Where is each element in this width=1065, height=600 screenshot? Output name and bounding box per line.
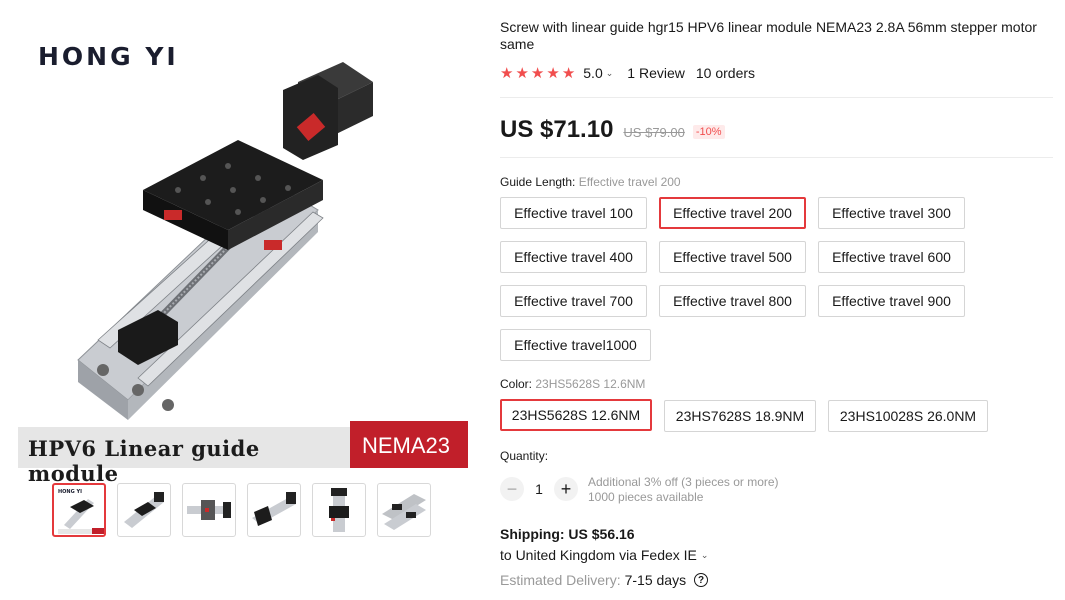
thumbnail-image xyxy=(252,492,296,526)
option-travel-100[interactable]: Effective travel 100 xyxy=(500,197,647,229)
plus-icon[interactable]: + xyxy=(554,477,578,501)
option-color-23hs5628s[interactable]: 23HS5628S 12.6NM xyxy=(500,399,652,431)
chevron-down-icon[interactable]: ⌄ xyxy=(606,68,614,79)
thumbnail-6[interactable] xyxy=(377,483,431,537)
color-label: Color: 23HS5628S 12.6NM xyxy=(500,377,645,391)
original-price: US $79.00 xyxy=(623,125,685,140)
option-travel-800[interactable]: Effective travel 800 xyxy=(659,285,806,317)
thumbnail-2[interactable] xyxy=(117,483,171,537)
star-icon: ★ xyxy=(530,64,545,82)
option-travel-700[interactable]: Effective travel 700 xyxy=(500,285,647,317)
option-travel-200[interactable]: Effective travel 200 xyxy=(659,197,806,229)
thumbnail-3[interactable] xyxy=(182,483,236,537)
estimated-delivery: Estimated Delivery: 7-15 days ? xyxy=(500,572,709,588)
rating-stars: ★ ★ ★ ★ ★ xyxy=(500,66,575,81)
guide-length-label: Guide Length: Effective travel 200 xyxy=(500,175,681,189)
shipping-cost: Shipping: US $56.16 xyxy=(500,526,635,542)
rating-value[interactable]: 5.0 xyxy=(583,65,602,81)
option-color-23hs7628s[interactable]: 23HS7628S 18.9NM xyxy=(664,400,816,432)
help-icon[interactable]: ? xyxy=(694,573,709,587)
guide-length-selected: Effective travel 200 xyxy=(578,175,681,189)
color-title: Color: xyxy=(500,377,533,391)
shipping-destination-text: to United Kingdom via Fedex IE xyxy=(500,547,697,563)
stock-note: 1000 pieces available xyxy=(588,490,704,504)
divider xyxy=(500,157,1053,158)
product-title: Screw with linear guide hgr15 HPV6 linea… xyxy=(500,19,1037,52)
delivery-days: 7-15 days xyxy=(624,572,687,588)
thumbnail-image xyxy=(124,492,164,528)
current-price: US $71.10 xyxy=(500,116,614,143)
thumbnail-5[interactable] xyxy=(312,483,366,537)
bulk-discount-note: Additional 3% off (3 pieces or more) xyxy=(588,475,779,489)
quantity-label: Quantity: xyxy=(500,449,549,463)
guide-length-title: Guide Length: xyxy=(500,175,576,189)
chevron-down-icon[interactable]: ⌄ xyxy=(701,550,709,561)
minus-icon[interactable]: − xyxy=(500,477,524,501)
color-selected: 23HS5628S 12.6NM xyxy=(535,377,646,391)
option-color-23hs10028s[interactable]: 23HS10028S 26.0NM xyxy=(828,400,988,432)
star-icon: ★ xyxy=(515,64,529,82)
thumbnail-1[interactable]: HONG YI xyxy=(52,483,106,537)
thumbnail-image: HONG YI xyxy=(58,489,104,534)
option-travel-900[interactable]: Effective travel 900 xyxy=(818,285,965,317)
star-icon: ★ xyxy=(546,64,560,82)
delivery-label: Estimated Delivery: xyxy=(500,572,621,588)
discount-badge: -10% xyxy=(692,125,725,139)
thumbnail-image xyxy=(187,500,231,520)
option-travel-400[interactable]: Effective travel 400 xyxy=(500,241,647,273)
option-travel-500[interactable]: Effective travel 500 xyxy=(659,241,806,273)
product-banner: HPV6 Linear guide module NEMA23 xyxy=(18,421,468,486)
rating-row: ★ ★ ★ ★ ★ 5.0 ⌄ 1 Review 10 orders xyxy=(500,64,755,82)
star-icon: ★ xyxy=(561,64,576,82)
option-travel-300[interactable]: Effective travel 300 xyxy=(818,197,965,229)
thumbnail-image xyxy=(382,494,426,530)
quantity-notes: Additional 3% off (3 pieces or more) 100… xyxy=(588,475,779,505)
svg-text:HONG YI: HONG YI xyxy=(58,489,82,495)
banner-badge: NEMA23 xyxy=(350,421,468,468)
divider xyxy=(500,97,1053,98)
reviews-link[interactable]: 1 Review xyxy=(627,65,685,81)
shipping-destination[interactable]: to United Kingdom via Fedex IE ⌄ xyxy=(500,547,708,563)
thumbnail-image xyxy=(329,488,349,532)
thumbnail-4[interactable] xyxy=(247,483,301,537)
main-product-image[interactable]: HONG YI HPV6 Linear guide module NEMA23 xyxy=(18,0,470,486)
image-gallery: HONG YI HPV6 Linear guide module NEMA23 … xyxy=(18,0,470,600)
banner-title: HPV6 Linear guide module xyxy=(18,427,350,486)
quantity-stepper: − 1 + xyxy=(500,476,578,502)
star-icon: ★ xyxy=(500,64,514,82)
option-travel-1000[interactable]: Effective travel1000 xyxy=(500,329,651,361)
product-info: Screw with linear guide hgr15 HPV6 linea… xyxy=(500,0,1055,600)
orders-count: 10 orders xyxy=(695,65,756,81)
option-travel-600[interactable]: Effective travel 600 xyxy=(818,241,965,273)
price-row: US $71.10 US $79.00 -10% xyxy=(500,116,725,144)
quantity-input[interactable]: 1 xyxy=(524,481,554,497)
linear-module-illustration xyxy=(77,62,373,420)
